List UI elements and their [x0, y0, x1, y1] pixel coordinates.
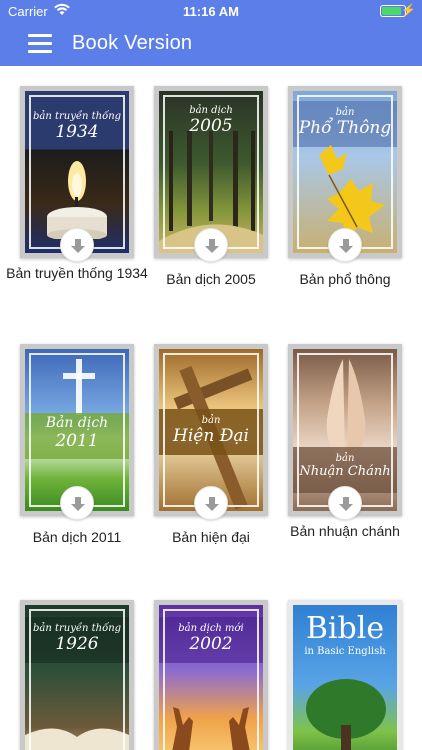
- book-grid: bản truyền thống 1934 Bản truyền thống 1…: [0, 66, 422, 750]
- cover-subtitle: in Basic English: [304, 646, 386, 657]
- download-arrow-icon: [205, 239, 219, 253]
- download-arrow-icon: [339, 239, 353, 253]
- download-button[interactable]: [194, 486, 228, 520]
- book-cover: Bible in Basic English: [288, 600, 402, 750]
- page-title: Book Version: [72, 32, 193, 54]
- book-cover: bản dịch mới 2002: [154, 600, 268, 750]
- book-label: Bản phổ thông: [299, 271, 391, 287]
- clock: 11:16 AM: [183, 4, 239, 19]
- download-button[interactable]: [60, 228, 94, 262]
- book-label: Bản hiện đại: [172, 529, 250, 545]
- status-bar: Carrier 11:16 AM ⚡: [0, 0, 422, 22]
- navigation-bar: Book Version: [0, 22, 422, 66]
- cover-title: Bible: [305, 611, 385, 646]
- download-arrow-icon: [339, 497, 353, 511]
- tree-image: [306, 679, 386, 750]
- book-cover: bản truyền thống 1926: [20, 600, 134, 750]
- download-arrow-icon: [71, 239, 85, 253]
- download-button[interactable]: [60, 486, 94, 520]
- charging-icon: ⚡: [401, 3, 416, 17]
- book-label: Bản nhuận chánh: [290, 523, 400, 539]
- book-label: Bản dịch 2005: [166, 271, 256, 287]
- download-arrow-icon: [71, 497, 85, 511]
- download-button[interactable]: [328, 486, 362, 520]
- book-label: Bản truyền thống 1934: [6, 265, 148, 281]
- download-button[interactable]: [194, 228, 228, 262]
- menu-icon[interactable]: [28, 34, 52, 54]
- book-label: Bản dịch 2011: [32, 529, 122, 545]
- download-arrow-icon: [205, 497, 219, 511]
- download-button[interactable]: [328, 228, 362, 262]
